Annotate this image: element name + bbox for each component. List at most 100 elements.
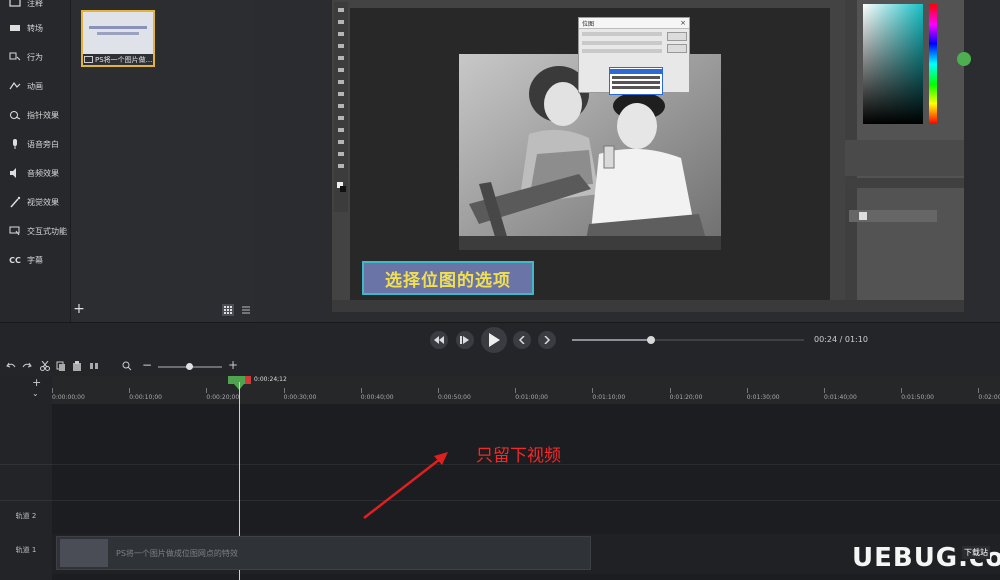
sidebar-item-annotation[interactable]: 注释 — [0, 0, 70, 14]
dropdown-option[interactable] — [612, 76, 660, 79]
ruler-tick-mark — [746, 388, 748, 393]
list-view-icon[interactable] — [240, 304, 252, 316]
ruler-tick-label: 0:01:40;00 — [824, 394, 857, 401]
sidebar-item-interactive[interactable]: 交互式功能 — [0, 220, 70, 242]
sidebar-item-label: 音频效果 — [27, 168, 59, 178]
ruler-tick-mark — [592, 388, 594, 393]
play-button[interactable] — [481, 327, 507, 353]
ruler-tick-label: 0:01:50;00 — [901, 394, 934, 401]
playback-scrubber[interactable] — [646, 336, 655, 344]
sidebar-item-animation[interactable]: 动画 — [0, 75, 70, 97]
playback-bar: 00:24 / 01:10 — [0, 322, 1000, 359]
zoom-slider-track[interactable] — [158, 363, 222, 370]
track-divider — [52, 500, 1000, 501]
undo-icon[interactable] — [6, 361, 16, 374]
interactive-icon — [6, 226, 24, 236]
animation-icon — [6, 81, 24, 91]
sidebar-item-transition[interactable]: 转场 — [0, 17, 70, 39]
ps-status-bar — [332, 300, 964, 312]
cancel-button[interactable] — [667, 44, 687, 53]
ruler-tick-mark — [978, 388, 980, 393]
previous-button[interactable] — [513, 331, 531, 349]
rewind-button[interactable] — [430, 331, 448, 349]
film-icon — [84, 56, 93, 63]
time-separator: / — [839, 335, 843, 344]
microphone-icon — [6, 138, 24, 150]
track-headers: + ⌄ 轨道 2 轨道 1 — [0, 376, 53, 580]
zoom-search-icon[interactable] — [122, 361, 132, 374]
playhead-time-label: 0:00:24;12 — [254, 376, 287, 383]
sidebar-item-voice-narration[interactable]: 语音旁白 — [0, 133, 70, 155]
speaker-icon — [6, 168, 24, 178]
clip-thumbnail — [60, 539, 108, 567]
zoom-in-icon[interactable]: + — [228, 358, 238, 372]
ruler-tick-label: 0:01:30;00 — [746, 394, 780, 401]
split-icon[interactable] — [89, 361, 99, 374]
add-track-icon[interactable]: + — [32, 376, 41, 389]
ruler-tick-label: 0:00:30;00 — [283, 394, 317, 401]
track-2-label[interactable]: 轨道 2 — [0, 504, 52, 528]
zoom-slider-knob[interactable] — [186, 363, 193, 370]
close-icon[interactable]: × — [680, 19, 686, 27]
ruler-tick-mark — [515, 388, 517, 393]
playback-progress-fill — [572, 339, 651, 341]
behavior-icon — [6, 52, 24, 62]
ps-bitmap-dialog[interactable]: 位图 × — [578, 17, 690, 95]
ruler-tick-mark — [206, 388, 208, 393]
ok-button[interactable] — [667, 32, 687, 41]
dropdown-option[interactable] — [612, 81, 660, 84]
magic-wand-icon — [6, 196, 24, 208]
sidebar-item-captions[interactable]: CC 字幕 — [0, 249, 70, 271]
timeline-clip[interactable]: PS将一个图片做成位图网点的特效 — [56, 536, 591, 570]
dropdown-selected-option[interactable] — [610, 69, 662, 74]
current-time: 00:24 — [814, 335, 838, 344]
add-media-icon[interactable]: + — [72, 301, 86, 317]
ps-right-panels — [845, 0, 964, 312]
zoom-out-icon[interactable]: − — [142, 358, 152, 372]
redo-icon[interactable] — [22, 361, 32, 374]
clip-label: PS将一个图片做成位图网点的特效 — [116, 548, 238, 558]
cut-icon[interactable] — [40, 360, 50, 374]
ruler-tick-label: 0:00:00;00 — [52, 394, 85, 401]
cursor-effect-icon — [6, 110, 24, 120]
captions-icon: CC — [9, 255, 21, 265]
copy-icon[interactable] — [56, 361, 66, 374]
sidebar-item-label: 行为 — [27, 52, 43, 62]
step-forward-button[interactable] — [456, 331, 474, 349]
caption-overlay[interactable]: 选择位图的选项 — [362, 261, 534, 295]
timeline-ruler[interactable]: 0:00:00;00 0:00:10;00 0:00:20;00 0:00:30;00… — [52, 376, 1000, 405]
dialog-title: 位图 — [582, 20, 595, 28]
track-divider — [0, 500, 52, 501]
chevron-down-icon[interactable]: ⌄ — [32, 389, 39, 398]
caption-text: 选择位图的选项 — [385, 270, 511, 291]
playhead-range-end[interactable] — [245, 376, 251, 384]
annotation-icon — [6, 0, 24, 8]
track-divider — [0, 464, 52, 465]
sidebar-item-behavior[interactable]: 行为 — [0, 46, 70, 68]
sidebar-item-audio-effects[interactable]: 音频效果 — [0, 162, 70, 184]
ruler-tick-label: 0:00:40;00 — [360, 394, 394, 401]
sidebar-item-cursor-effect[interactable]: 指针效果 — [0, 104, 70, 126]
dropdown-option[interactable] — [612, 86, 660, 89]
paste-icon[interactable] — [72, 361, 82, 374]
method-dropdown-list[interactable] — [609, 67, 663, 95]
floating-badge-icon — [957, 52, 971, 66]
ruler-tick-mark — [129, 388, 131, 393]
sidebar-item-visual-effects[interactable]: 视觉效果 — [0, 191, 70, 213]
next-button[interactable] — [538, 331, 556, 349]
dialog-field — [582, 41, 662, 45]
ruler-tick-mark — [52, 388, 53, 393]
ps-toolbox — [334, 2, 348, 212]
dialog-field — [582, 49, 662, 53]
ruler-tick-label: 0:01:10;00 — [592, 394, 626, 401]
ruler-tick-mark — [360, 388, 362, 393]
red-arrow-annotation — [363, 452, 448, 519]
dialog-field — [582, 32, 662, 36]
sidebar-item-label: 指针效果 — [27, 110, 59, 120]
annotation-text: 只留下视频 — [476, 446, 561, 466]
grid-view-icon[interactable] — [222, 304, 234, 316]
track-1-label[interactable]: 轨道 1 — [0, 538, 52, 562]
playback-progress-track[interactable] — [572, 336, 804, 344]
ruler-tick-label: 0:00:10;00 — [129, 394, 162, 401]
media-clip-caption[interactable]: PS将一个图片做... — [81, 54, 155, 67]
